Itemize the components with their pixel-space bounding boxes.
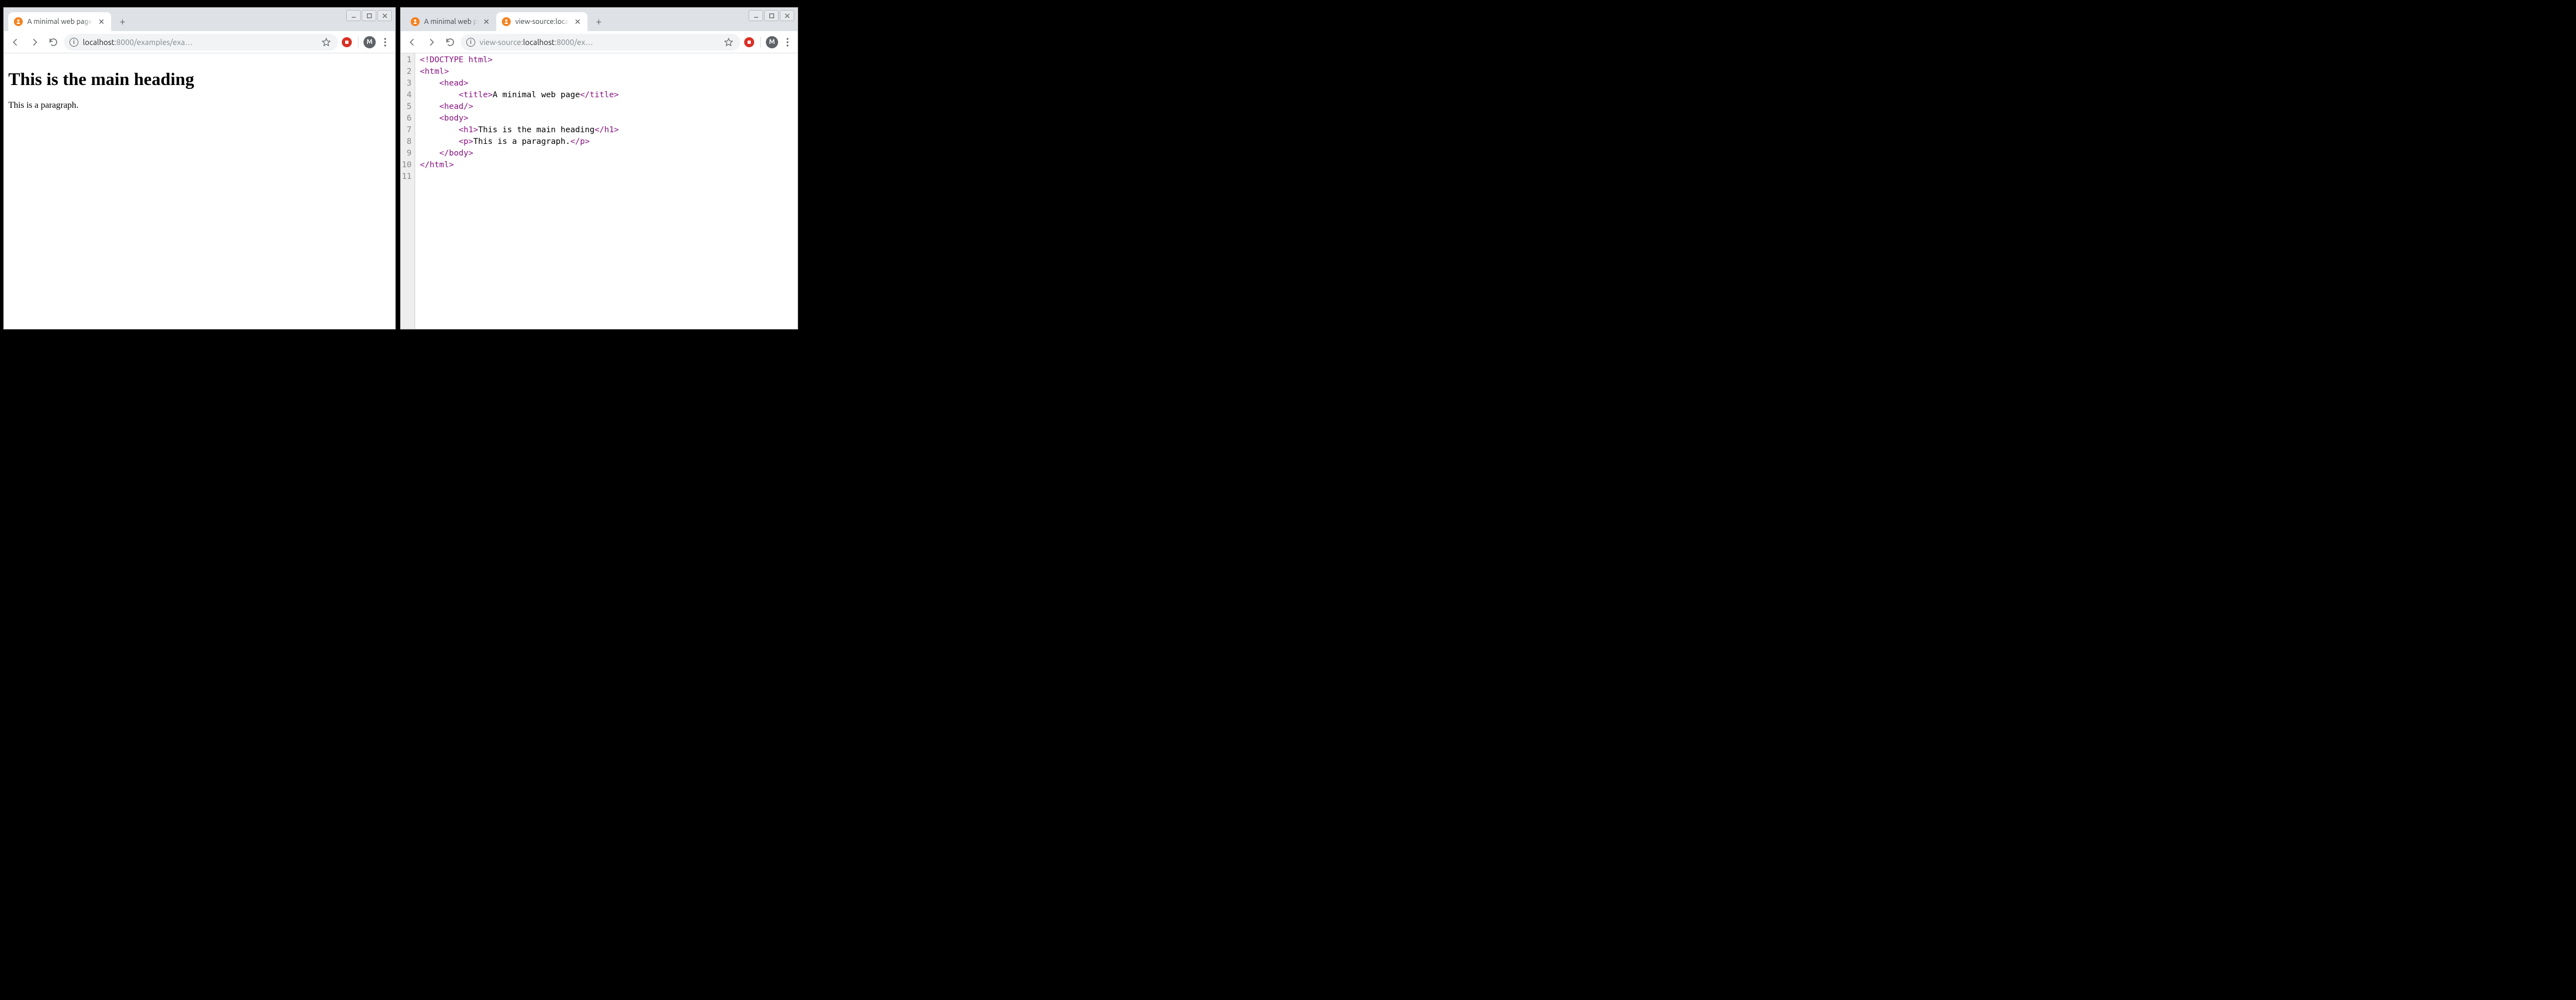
profile-avatar-button[interactable]: M (765, 36, 779, 49)
bookmark-star-icon[interactable] (321, 37, 331, 47)
address-bar[interactable]: i localhost:8000/examples/exa… (64, 34, 338, 51)
bookmark-star-icon[interactable] (724, 37, 734, 47)
favicon-icon (502, 17, 511, 26)
source-line: <h1>This is the main heading</h1> (420, 124, 619, 136)
line-number: 2 (402, 66, 411, 78)
tab-close-icon[interactable]: ✕ (482, 17, 491, 26)
site-info-icon[interactable]: i (466, 38, 475, 47)
source-line: <!DOCTYPE html> (420, 54, 619, 66)
tab-strip: A minimal web p ✕ view-source:loca ✕ + (401, 8, 798, 31)
line-number: 10 (402, 159, 411, 171)
tab-close-icon[interactable]: ✕ (573, 17, 582, 26)
toolbar-separator (760, 37, 761, 48)
window-maximize-button[interactable] (362, 10, 376, 21)
window-minimize-button[interactable] (749, 10, 763, 21)
line-number: 11 (402, 171, 411, 183)
forward-button[interactable] (26, 34, 43, 51)
reload-button[interactable] (442, 34, 459, 51)
favicon-icon (411, 17, 420, 26)
tab-title: view-source:loca (515, 18, 569, 26)
page-content: 1234567891011 <!DOCTYPE html><html> <hea… (401, 53, 798, 329)
window-minimize-button[interactable] (346, 10, 361, 21)
toolbar: i localhost:8000/examples/exa… M (4, 31, 395, 53)
source-line: <head> (420, 78, 619, 89)
page-paragraph: This is a paragraph. (8, 101, 391, 111)
line-number-gutter: 1234567891011 (401, 53, 415, 329)
source-line: <body> (420, 113, 619, 124)
source-line: </body> (420, 148, 619, 159)
source-line: <p>This is a paragraph.</p> (420, 136, 619, 148)
line-number: 6 (402, 113, 411, 124)
window-controls (749, 10, 794, 21)
source-line: <title>A minimal web page</title> (420, 89, 619, 101)
line-number: 9 (402, 148, 411, 159)
favicon-icon (14, 17, 23, 26)
window-close-button[interactable] (377, 10, 392, 21)
tab-close-icon[interactable]: ✕ (97, 17, 106, 26)
browser-menu-button[interactable] (781, 36, 794, 49)
source-line: <html> (420, 66, 619, 78)
toolbar: i view-source:localhost:8000/ex… M (401, 31, 798, 53)
page-heading: This is the main heading (8, 69, 391, 89)
ublock-extension-icon[interactable] (743, 36, 756, 49)
profile-avatar-button[interactable]: M (363, 36, 376, 49)
window-close-button[interactable] (780, 10, 794, 21)
back-button[interactable] (404, 34, 421, 51)
source-line: <head/> (420, 101, 619, 113)
ublock-extension-icon[interactable] (340, 36, 353, 49)
browser-window-right: A minimal web p ✕ view-source:loca ✕ + (400, 7, 798, 329)
source-line: </html> (420, 159, 619, 171)
page-content: This is the main heading This is a parag… (4, 53, 395, 329)
line-number: 3 (402, 78, 411, 89)
url-text: localhost:8000/examples/exa… (83, 38, 317, 47)
address-bar[interactable]: i view-source:localhost:8000/ex… (461, 34, 740, 51)
view-source: 1234567891011 <!DOCTYPE html><html> <hea… (401, 53, 798, 329)
tab-title: A minimal web page (27, 18, 92, 26)
tab-view-source[interactable]: view-source:loca ✕ (496, 12, 587, 31)
source-code[interactable]: <!DOCTYPE html><html> <head> <title>A mi… (415, 53, 623, 329)
source-line (420, 171, 619, 183)
site-info-icon[interactable]: i (69, 38, 78, 47)
window-controls (346, 10, 392, 21)
line-number: 4 (402, 89, 411, 101)
new-tab-button[interactable]: + (114, 14, 130, 29)
window-maximize-button[interactable] (764, 10, 779, 21)
tab-strip: A minimal web page ✕ + (4, 8, 395, 31)
reload-button[interactable] (45, 34, 62, 51)
line-number: 8 (402, 136, 411, 148)
line-number: 5 (402, 101, 411, 113)
browser-window-left: A minimal web page ✕ + i localhost:8000/… (3, 7, 396, 329)
line-number: 1 (402, 54, 411, 66)
back-button[interactable] (7, 34, 24, 51)
url-text: view-source:localhost:8000/ex… (480, 38, 719, 47)
line-number: 7 (402, 124, 411, 136)
tab-minimal-web-page[interactable]: A minimal web p ✕ (405, 12, 496, 31)
forward-button[interactable] (423, 34, 440, 51)
new-tab-button[interactable]: + (591, 14, 606, 29)
tab-title: A minimal web p (424, 18, 477, 26)
tab-minimal-web-page[interactable]: A minimal web page ✕ (8, 12, 111, 31)
browser-menu-button[interactable] (378, 36, 392, 49)
